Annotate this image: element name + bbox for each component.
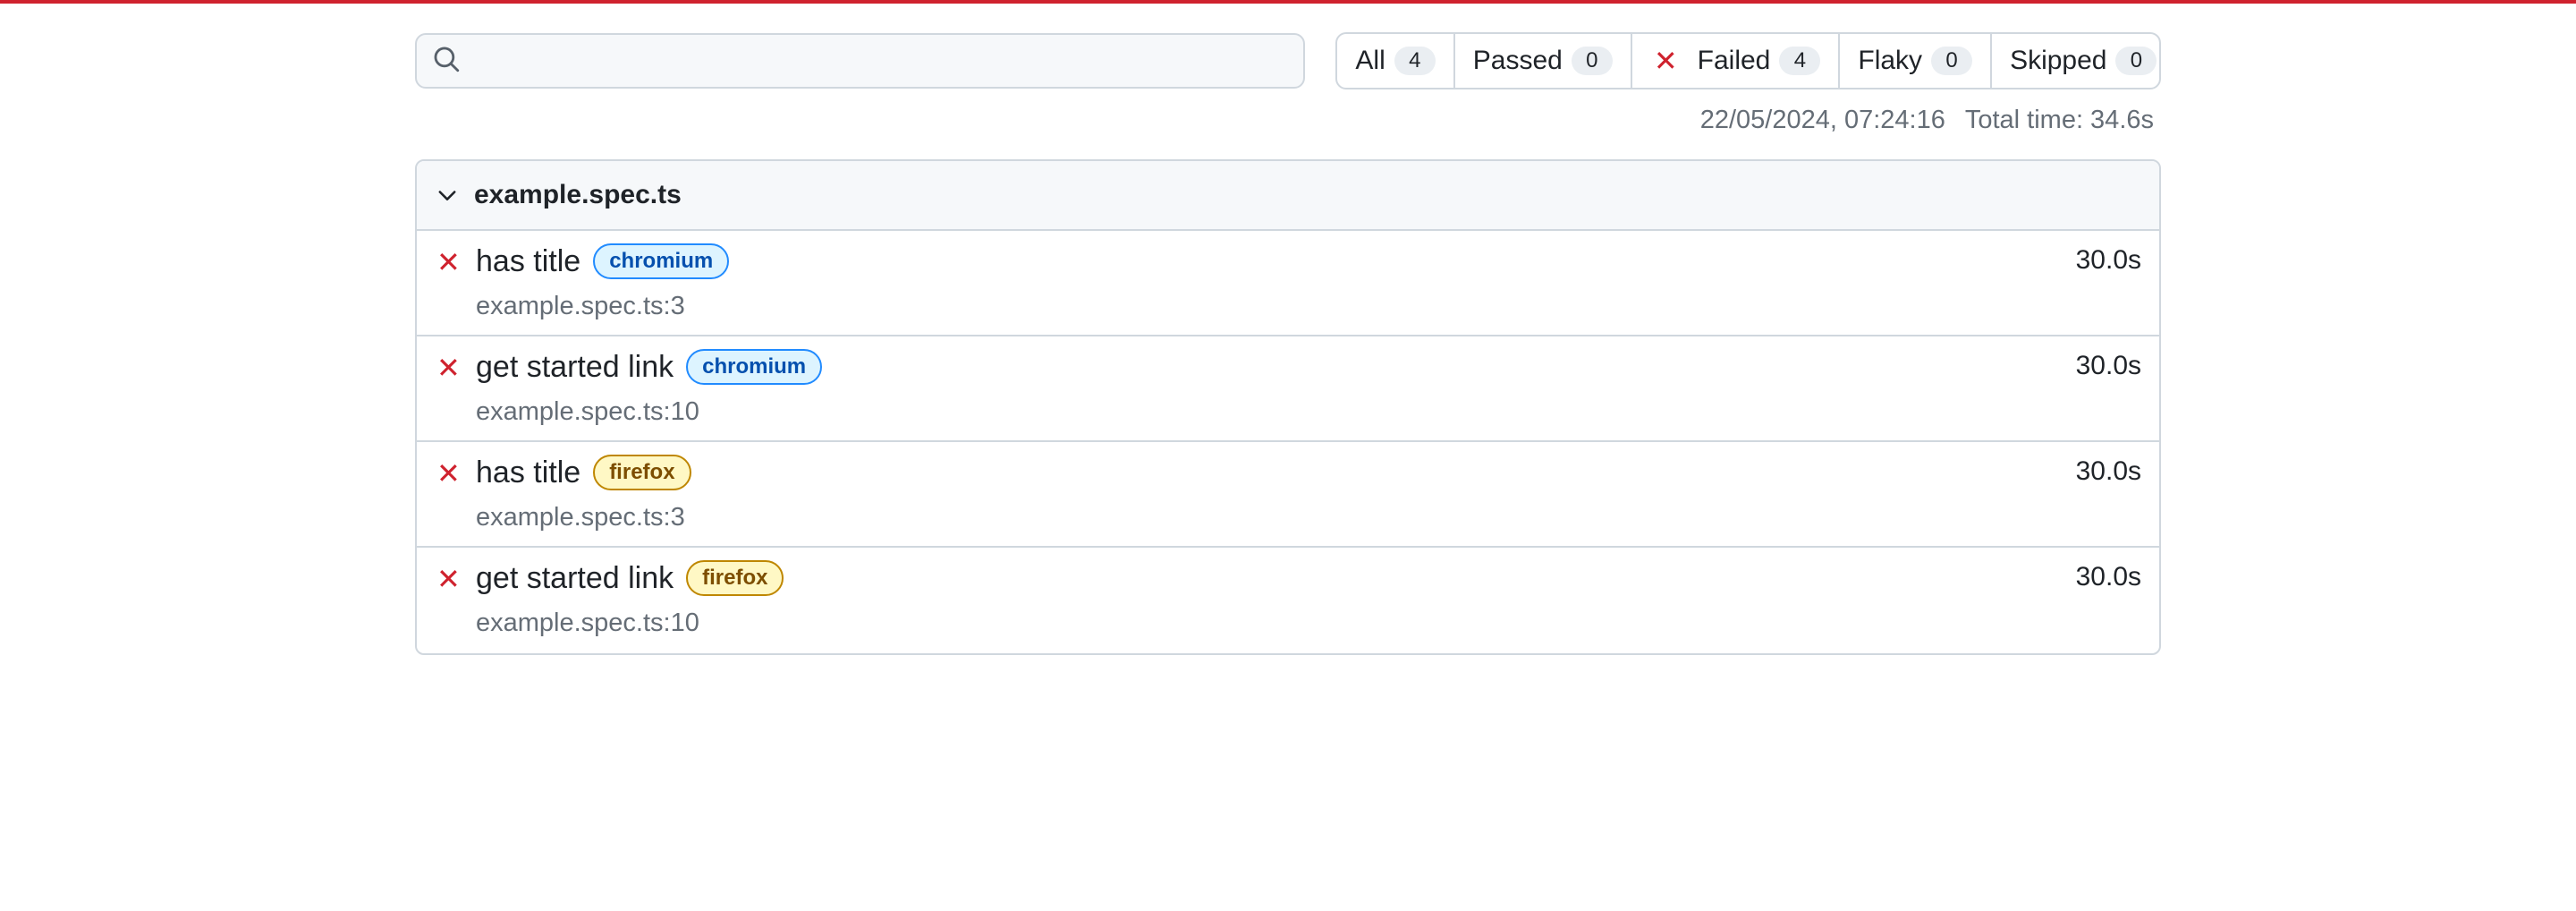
filter-count: 0 <box>1931 47 1973 75</box>
filter-count: 4 <box>1779 47 1821 75</box>
file-name: example.spec.ts <box>474 180 682 209</box>
filter-label: Failed <box>1697 46 1771 75</box>
test-row[interactable]: ✕ has title chromium example.spec.ts:3 3… <box>417 231 2159 336</box>
failed-x-icon: ✕ <box>436 563 461 595</box>
filter-count: 0 <box>2115 47 2157 75</box>
status-filters: All 4 Passed 0 ✕ Failed 4 Flaky 0 Skippe… <box>1335 32 2161 89</box>
report-meta: 22/05/2024, 07:24:16 Total time: 34.6s <box>415 106 2161 141</box>
total-time: Total time: 34.6s <box>1964 106 2154 134</box>
test-location: example.spec.ts:3 <box>476 503 685 532</box>
filter-passed[interactable]: Passed 0 <box>1455 34 1632 88</box>
test-title[interactable]: has title <box>476 244 580 279</box>
test-title-line: has title firefox <box>476 455 691 490</box>
test-title[interactable]: has title <box>476 456 580 490</box>
filter-label: Passed <box>1472 46 1563 75</box>
report-status-bar <box>0 0 2576 4</box>
header-row: All 4 Passed 0 ✕ Failed 4 Flaky 0 Skippe… <box>415 32 2161 89</box>
failed-x-icon: ✕ <box>436 246 461 278</box>
filter-label: Flaky <box>1858 46 1923 75</box>
test-title[interactable]: get started link <box>476 350 674 385</box>
test-row[interactable]: ✕ get started link firefox example.spec.… <box>417 548 2159 653</box>
filter-failed[interactable]: ✕ Failed 4 <box>1632 34 1841 88</box>
search-box[interactable] <box>415 33 1306 89</box>
search-input[interactable] <box>470 34 1304 88</box>
project-tag[interactable]: firefox <box>686 560 784 596</box>
filter-skipped[interactable]: Skipped 0 <box>1992 34 2159 88</box>
filter-count: 4 <box>1394 47 1436 75</box>
x-icon: ✕ <box>1653 45 1678 77</box>
test-title-line: get started link firefox <box>476 560 784 596</box>
project-tag[interactable]: firefox <box>593 455 691 490</box>
chevron-down-icon <box>438 191 456 200</box>
filter-label: Skipped <box>2010 46 2107 75</box>
file-header[interactable]: example.spec.ts <box>417 161 2159 231</box>
test-title[interactable]: get started link <box>476 561 674 596</box>
test-row[interactable]: ✕ has title firefox example.spec.ts:3 30… <box>417 442 2159 548</box>
failed-x-icon: ✕ <box>436 457 461 490</box>
test-duration: 30.0s <box>2075 456 2141 486</box>
project-tag[interactable]: chromium <box>593 243 730 279</box>
run-timestamp: 22/05/2024, 07:24:16 <box>1699 106 1945 134</box>
test-location: example.spec.ts:10 <box>476 397 699 426</box>
test-duration: 30.0s <box>2075 562 2141 592</box>
filter-count: 0 <box>1571 47 1613 75</box>
report-container: All 4 Passed 0 ✕ Failed 4 Flaky 0 Skippe… <box>415 32 2161 655</box>
test-location: example.spec.ts:3 <box>476 292 685 320</box>
project-tag[interactable]: chromium <box>686 349 823 385</box>
failed-x-icon: ✕ <box>436 352 461 384</box>
test-title-line: has title chromium <box>476 243 730 279</box>
test-duration: 30.0s <box>2075 245 2141 275</box>
test-title-line: get started link chromium <box>476 349 823 385</box>
filter-all[interactable]: All 4 <box>1337 34 1455 88</box>
test-location: example.spec.ts:10 <box>476 609 699 637</box>
test-duration: 30.0s <box>2075 351 2141 380</box>
filter-label: All <box>1355 46 1385 75</box>
filter-flaky[interactable]: Flaky 0 <box>1840 34 1993 88</box>
file-panel: example.spec.ts ✕ has title chromium exa… <box>415 159 2161 655</box>
test-row[interactable]: ✕ get started link chromium example.spec… <box>417 336 2159 442</box>
search-icon <box>431 44 462 79</box>
